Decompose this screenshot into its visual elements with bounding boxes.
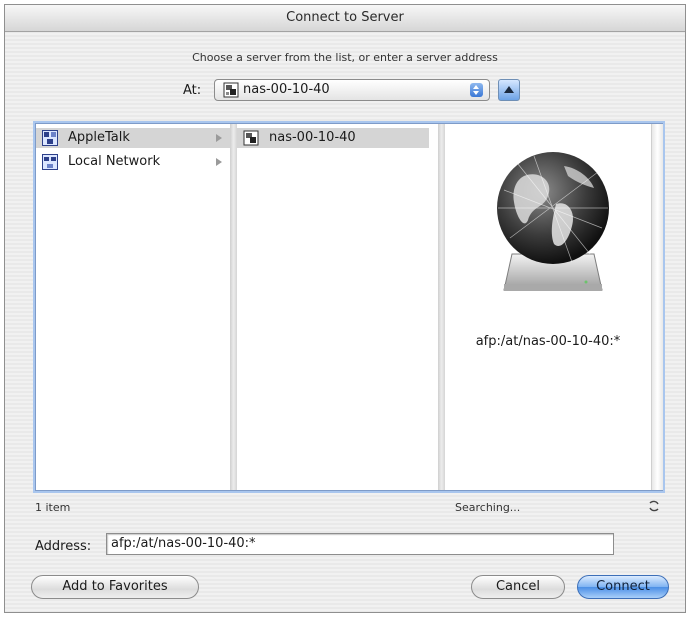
at-label: At: xyxy=(183,83,202,98)
local-network-icon xyxy=(42,154,58,170)
list-item-label: Local Network xyxy=(68,154,161,169)
searching-spinner-icon xyxy=(649,500,659,512)
server-icon xyxy=(223,82,239,98)
server-browser: AppleTalk Local Network nas-00-10-40 afp… xyxy=(35,123,663,491)
preview-address: afp:/at/nas-00-10-40:* xyxy=(475,334,621,349)
vertical-scrollbar[interactable] xyxy=(651,124,663,490)
list-item-local-network[interactable]: Local Network xyxy=(36,152,230,172)
collapse-browser-button[interactable] xyxy=(498,79,520,101)
list-item-label: AppleTalk xyxy=(68,130,130,145)
popup-arrows-icon xyxy=(470,83,483,97)
cancel-button[interactable]: Cancel xyxy=(471,575,565,599)
instruction-text: Choose a server from the list, or enter … xyxy=(192,51,498,64)
item-count: 1 item xyxy=(35,501,71,514)
column-divider[interactable] xyxy=(438,124,445,490)
address-field[interactable]: afp:/at/nas-00-10-40:* xyxy=(106,533,614,555)
list-item-appletalk[interactable]: AppleTalk xyxy=(36,128,230,148)
connect-button[interactable]: Connect xyxy=(577,575,669,599)
disclosure-arrow-icon xyxy=(216,158,222,166)
window-title: Connect to Server xyxy=(5,5,685,32)
at-selected-value: nas-00-10-40 xyxy=(243,82,330,97)
searching-status: Searching... xyxy=(455,501,521,514)
appletalk-icon xyxy=(42,130,58,146)
network-globe-drive-icon xyxy=(497,152,609,291)
column-divider[interactable] xyxy=(230,124,237,490)
browser-column-2: nas-00-10-40 xyxy=(237,124,438,490)
preview-column: afp:/at/nas-00-10-40:* xyxy=(445,124,651,490)
add-to-favorites-button[interactable]: Add to Favorites xyxy=(31,575,199,599)
server-icon xyxy=(243,130,259,146)
list-item-server[interactable]: nas-00-10-40 xyxy=(237,128,429,148)
disclosure-arrow-icon xyxy=(216,134,222,142)
address-label: Address: xyxy=(35,539,92,554)
list-item-label: nas-00-10-40 xyxy=(269,130,356,145)
at-popup-menu[interactable]: nas-00-10-40 xyxy=(214,79,490,101)
browser-column-1: AppleTalk Local Network xyxy=(36,124,230,490)
connect-to-server-window: Connect to Server Choose a server from t… xyxy=(4,4,686,613)
